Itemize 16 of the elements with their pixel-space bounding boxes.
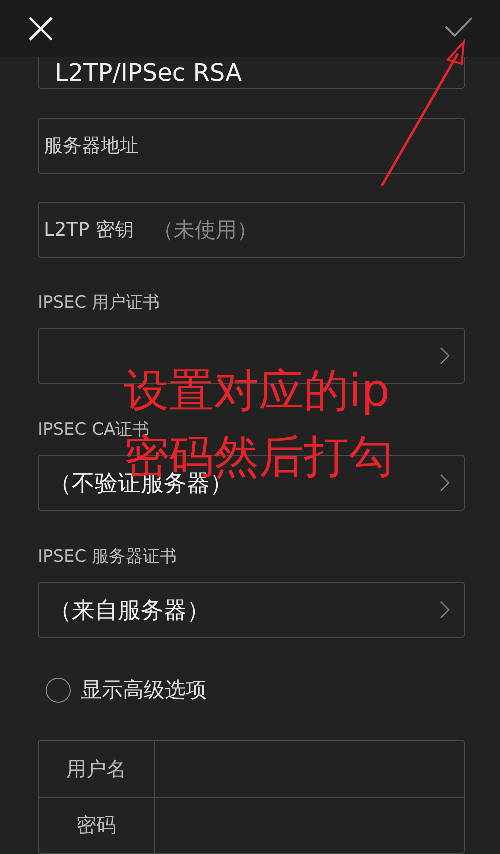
field-label: 服务器地址: [43, 134, 140, 159]
section-label: IPSEC 用户证书: [38, 292, 160, 314]
annotation-text: 设置对应的ip: [124, 364, 390, 417]
field-input[interactable]: （未使用）: [151, 217, 464, 243]
chevron-icon: [440, 347, 450, 365]
vpn-type-value: L2TP/IPSec RSA: [54, 58, 242, 86]
input-field[interactable]: 服务器地址: [38, 118, 465, 174]
chevron-icon: [440, 601, 450, 619]
input-field[interactable]: L2TP 密钥 （未使用）: [38, 202, 465, 258]
advanced-options-radio[interactable]: 显示高级选项: [46, 676, 207, 704]
field-label: 密码: [39, 798, 155, 853]
field-label: 用户名: [39, 741, 155, 797]
select-field[interactable]: （来自服务器）: [38, 582, 465, 638]
section-label: IPSEC 服务器证书: [38, 546, 178, 568]
chevron-icon: [440, 474, 450, 492]
field-label: L2TP 密钥: [43, 218, 135, 243]
